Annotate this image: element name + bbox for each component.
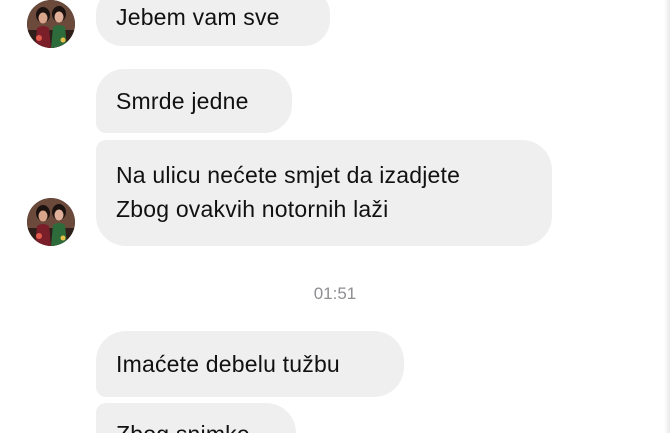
contact-avatar[interactable]	[27, 198, 75, 246]
message-text-line: Na ulicu nećete smjet da izadjete	[116, 162, 461, 188]
message-bubble[interactable]: Na ulicu nećete smjet da izadjete Zbog o…	[96, 140, 552, 246]
avatar-photo-icon	[27, 198, 75, 246]
chat-screen: Jebem vam sve Smrde jedne Na ulicu nećet…	[0, 0, 670, 433]
message-bubble[interactable]: Jebem vam sve	[96, 0, 330, 46]
message-bubble[interactable]: Imaćete debelu tužbu	[96, 331, 404, 397]
message-bubble[interactable]: Zbog snimke	[96, 403, 296, 433]
message-text: Zbog snimke	[116, 421, 250, 433]
message-text: Smrde jedne	[116, 88, 249, 114]
message-text: Jebem vam sve	[116, 4, 280, 30]
screen-edge-shadow	[664, 0, 670, 433]
message-text-line: Zbog ovakvih notornih laži	[116, 196, 389, 222]
avatar-photo-icon	[27, 0, 75, 48]
message-text: Imaćete debelu tužbu	[116, 351, 340, 377]
contact-avatar[interactable]	[27, 0, 75, 48]
message-timestamp: 01:51	[313, 284, 357, 303]
message-bubble[interactable]: Smrde jedne	[96, 69, 292, 133]
